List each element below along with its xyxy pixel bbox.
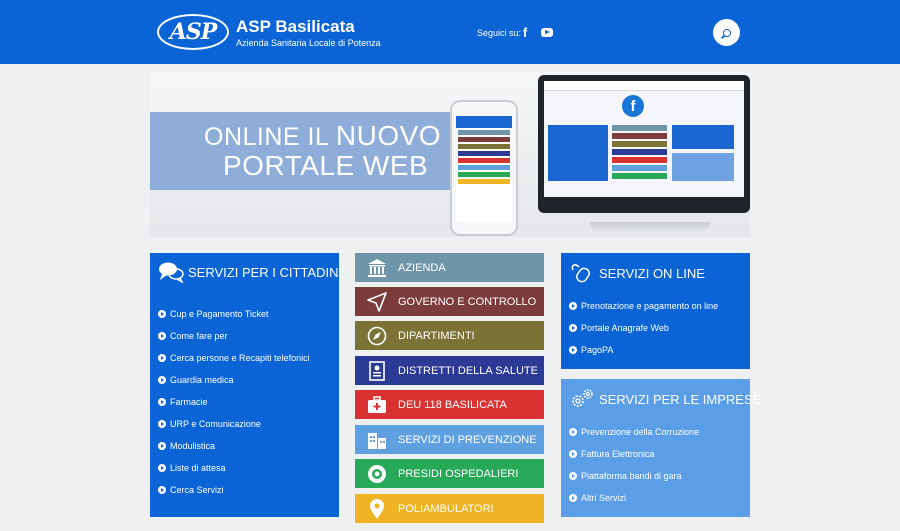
search-button[interactable] [713, 19, 740, 46]
link-cup-ticket[interactable]: Cup e Pagamento Ticket [158, 309, 269, 319]
link-come-fare-per[interactable]: Come fare per [158, 331, 228, 341]
hero-banner[interactable]: ONLINE IL NUOVO PORTALE WEB f [150, 72, 750, 237]
computer-mouse-icon [571, 264, 590, 283]
monitor-illustration: f [538, 75, 750, 213]
id-card-icon [369, 360, 385, 381]
tile-poliambulatori[interactable]: POLIAMBULATORI [355, 494, 544, 523]
citizens-services-title: SERVIZI PER I CITTADINI [188, 265, 343, 280]
tile-prevenzione-label: SERVIZI DI PREVENZIONE [398, 433, 537, 446]
link-piattaforma-bandi[interactable]: Piattaforma bandi di gara [569, 471, 682, 481]
link-pagopa[interactable]: PagoPA [569, 345, 613, 355]
link-modulistica[interactable]: Modulistica [158, 441, 215, 451]
city-buildings-icon [368, 432, 386, 449]
online-services-title: SERVIZI ON LINE [599, 266, 705, 281]
online-services-panel: SERVIZI ON LINE Prenotazione e pagamento… [561, 253, 750, 369]
citizens-services-panel: SERVIZI PER I CITTADINI Cup e Pagamento … [150, 253, 343, 517]
link-prevenzione-corruzione[interactable]: Prevenzione della Corruzione [569, 427, 699, 437]
tile-azienda[interactable]: AZIENDA [355, 253, 544, 282]
link-altri-servizi[interactable]: Altri Servizi [569, 493, 626, 503]
link-urp[interactable]: URP e Comunicazione [158, 419, 261, 429]
tile-presidi-ospedalieri[interactable]: PRESIDI OSPEDALIERI [355, 459, 544, 488]
tile-poliambulatori-label: POLIAMBULATORI [398, 502, 494, 515]
phone-illustration [450, 100, 518, 236]
tile-deu-118[interactable]: DEU 118 BASILICATA [355, 390, 544, 419]
tile-distretti-salute[interactable]: DISTRETTI DELLA SALUTE [355, 356, 544, 385]
map-pin-icon [370, 498, 384, 519]
tile-dipartimenti[interactable]: DIPARTIMENTI [355, 321, 544, 350]
link-fattura-elettronica[interactable]: Fattura Elettronica [569, 449, 655, 459]
link-portale-anagrafe[interactable]: Portale Anagrafe Web [569, 323, 669, 333]
site-title[interactable]: ASP Basilicata [236, 17, 355, 37]
link-cerca-persone[interactable]: Cerca persone e Recapiti telefonici [158, 353, 310, 363]
asp-logo[interactable]: ASP [157, 14, 229, 50]
gears-icon [572, 389, 593, 407]
tile-dipartimenti-label: DIPARTIMENTI [398, 329, 475, 342]
tile-presidi-label: PRESIDI OSPEDALIERI [398, 467, 519, 480]
banner-headline-line2: PORTALE WEB [223, 150, 429, 181]
tile-azienda-label: AZIENDA [398, 261, 446, 274]
compass-icon [367, 326, 387, 345]
tile-governo-controllo[interactable]: GOVERNO E CONTROLLO [355, 287, 544, 316]
banner-headline-line1: ONLINE IL NUOVO [204, 120, 442, 151]
tile-deu-label: DEU 118 BASILICATA [398, 398, 507, 411]
tile-governo-label: GOVERNO E CONTROLLO [398, 295, 537, 308]
logo-text: ASP [169, 19, 217, 45]
speech-bubbles-icon [159, 262, 184, 283]
youtube-icon[interactable] [540, 25, 554, 39]
link-prenotazione-pagamento[interactable]: Prenotazione e pagamento on line [569, 301, 718, 311]
navigation-arrow-icon [367, 291, 387, 312]
facebook-icon: f [622, 95, 644, 117]
follow-label: Seguici su: [477, 28, 522, 38]
business-services-title: SERVIZI PER LE IMPRESE [599, 392, 762, 407]
first-aid-kit-icon [368, 395, 386, 413]
search-icon [722, 28, 731, 37]
target-circle-icon [368, 464, 386, 483]
tile-distretti-label: DISTRETTI DELLA SALUTE [398, 364, 538, 377]
tile-servizi-prevenzione[interactable]: SERVIZI DI PREVENZIONE [355, 425, 544, 454]
monitor-stand [590, 222, 710, 232]
link-cerca-servizi[interactable]: Cerca Servizi [158, 485, 224, 495]
business-services-panel: SERVIZI PER LE IMPRESE Prevenzione della… [561, 379, 761, 517]
site-subtitle: Azienda Sanitaria Locale di Potenza [236, 38, 381, 48]
link-farmacie[interactable]: Farmacie [158, 397, 208, 407]
link-guardia-medica[interactable]: Guardia medica [158, 375, 234, 385]
link-liste-attesa[interactable]: Liste di attesa [158, 463, 226, 473]
site-header: ASP ASP Basilicata Azienda Sanitaria Loc… [0, 0, 900, 64]
facebook-icon[interactable]: f [518, 25, 532, 40]
building-columns-icon [368, 258, 386, 277]
